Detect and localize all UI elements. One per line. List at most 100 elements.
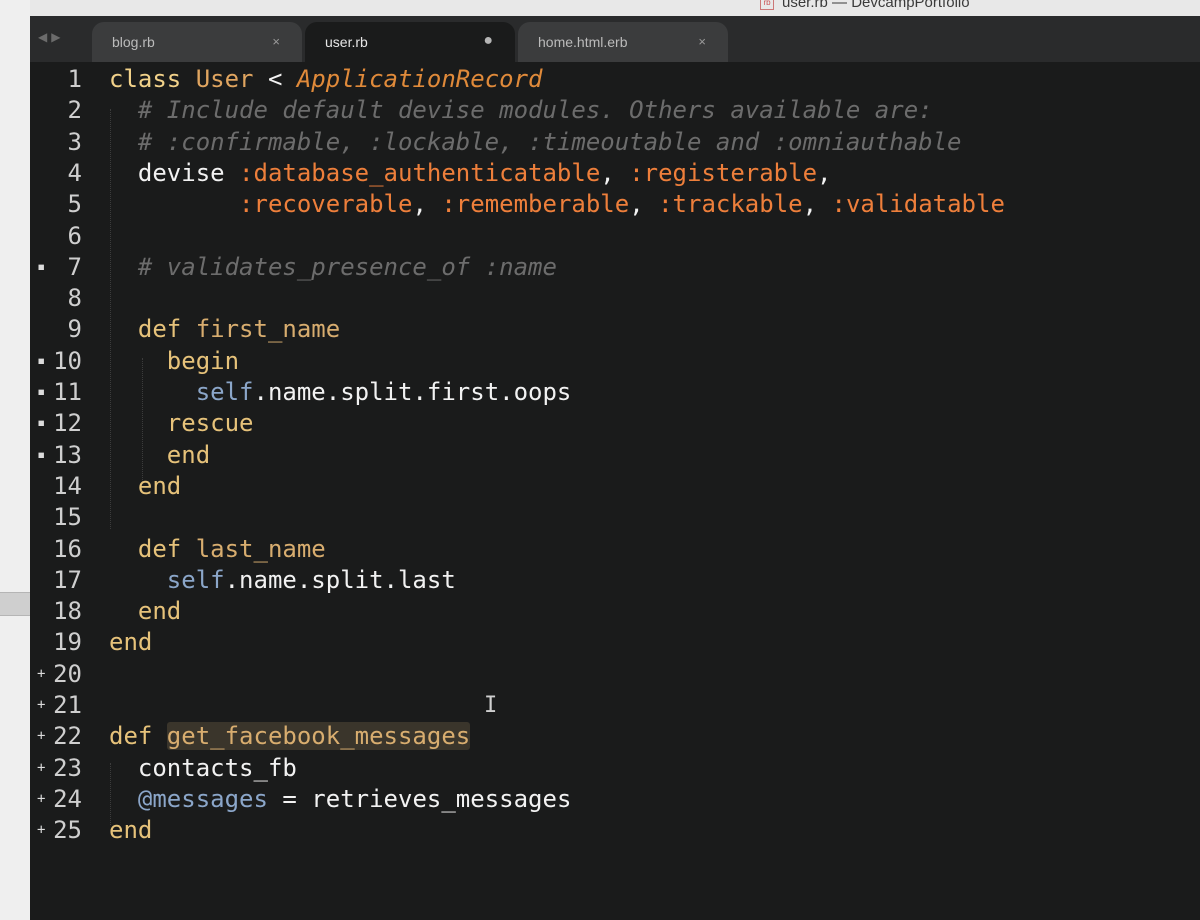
code-line[interactable]: 4 devise :database_authenticatable, :reg… <box>30 158 1200 189</box>
ruby-file-icon: rb <box>760 0 774 11</box>
code-token: .name.split.first.oops <box>253 378 572 406</box>
code-text[interactable]: end <box>109 627 152 658</box>
pane-divider[interactable] <box>0 592 30 616</box>
code-token: .name.split.last <box>224 565 456 594</box>
line-number: 20 <box>53 659 82 688</box>
code-text[interactable]: begin <box>109 346 239 377</box>
code-text[interactable]: :recoverable, :rememberable, :trackable,… <box>109 189 1005 220</box>
nav-back-icon[interactable]: ◀ <box>38 30 51 44</box>
code-line[interactable]: 5 :recoverable, :rememberable, :trackabl… <box>30 189 1200 220</box>
code-line[interactable]: 16 def last_name <box>30 534 1200 565</box>
tab-user-rb[interactable]: user.rb ● <box>305 22 515 62</box>
code-line[interactable]: 8 <box>30 283 1200 314</box>
close-icon[interactable]: × <box>698 34 706 49</box>
code-line[interactable]: 1 class User < ApplicationRecord <box>30 64 1200 95</box>
code-token: def <box>109 722 167 751</box>
line-number: 7 <box>67 252 82 281</box>
code-text[interactable]: # Include default devise modules. Others… <box>109 95 933 126</box>
line-number: 10 <box>53 346 82 375</box>
code-token: end <box>109 816 153 845</box>
code-line[interactable]: ▪ 10 begin <box>30 346 1200 377</box>
tab-home-html-erb[interactable]: home.html.erb × <box>518 22 728 62</box>
code-text[interactable]: self.name.split.last <box>109 565 456 596</box>
code-token: first_name <box>195 315 341 344</box>
code-text[interactable]: end <box>109 471 181 502</box>
code-token: :registerable <box>629 158 818 187</box>
code-token: self <box>166 565 225 594</box>
line-number: 14 <box>53 471 82 500</box>
code-line[interactable]: +22 def get_facebook_messages <box>30 721 1200 752</box>
code-token: , <box>802 190 832 219</box>
code-line[interactable]: 19 end <box>30 627 1200 658</box>
code-line[interactable]: 17 self.name.split.last <box>30 565 1200 596</box>
code-token: self <box>195 378 254 406</box>
code-token: begin <box>109 346 240 375</box>
code-editor[interactable]: 1 class User < ApplicationRecord 2 # Inclu… <box>30 62 1200 920</box>
code-token: end <box>109 440 211 469</box>
code-line[interactable]: +24 @messages = retrieves_messages <box>30 784 1200 815</box>
code-text[interactable]: devise :database_authenticatable, :regis… <box>109 158 832 189</box>
line-number: 4 <box>67 158 82 187</box>
code-text[interactable]: class User < ApplicationRecord <box>109 64 543 95</box>
line-number: 25 <box>53 816 82 845</box>
code-token: def <box>109 315 196 344</box>
line-number: 3 <box>67 127 82 156</box>
tab-nav-arrows[interactable]: ◀▶ <box>38 30 64 44</box>
close-icon[interactable]: × <box>272 34 280 49</box>
code-line[interactable]: ▪ 13 end <box>30 440 1200 471</box>
window-title-text: user.rb — DevcampPortfolio <box>782 0 970 11</box>
line-number: 17 <box>53 565 82 594</box>
code-line[interactable]: 18 end <box>30 596 1200 627</box>
code-token: # Include default devise modules. Others… <box>109 96 933 125</box>
tab-label: blog.rb <box>112 34 155 50</box>
code-text[interactable]: end <box>109 596 181 627</box>
tab-label: home.html.erb <box>538 34 628 50</box>
code-line[interactable]: 2 # Include default devise modules. Othe… <box>30 95 1200 126</box>
code-token: :trackable <box>658 190 803 219</box>
nav-forward-icon[interactable]: ▶ <box>51 30 64 44</box>
code-line[interactable]: 6 <box>30 221 1200 252</box>
code-token: :rememberable <box>441 190 630 219</box>
code-line[interactable]: 14 end <box>30 471 1200 502</box>
line-number: 19 <box>53 628 82 657</box>
code-line[interactable]: +21 <box>30 690 1200 721</box>
code-text[interactable]: self.name.split.first.oops <box>109 377 572 408</box>
code-line[interactable]: 9 def first_name <box>30 314 1200 345</box>
tab-blog-rb[interactable]: blog.rb × <box>92 22 302 62</box>
tab-label: user.rb <box>325 34 368 50</box>
unsaved-dot-icon[interactable]: ● <box>483 32 493 50</box>
code-text[interactable]: # validates_presence_of :name <box>109 252 557 283</box>
code-token: User <box>195 65 254 93</box>
code-line[interactable]: ▪ 12 rescue <box>30 408 1200 439</box>
code-token: devise <box>109 158 240 187</box>
code-text[interactable]: def first_name <box>109 314 340 345</box>
code-line[interactable]: 15 <box>30 502 1200 533</box>
line-number: 18 <box>53 597 82 626</box>
code-text[interactable]: def last_name <box>109 534 326 565</box>
code-token: end <box>109 597 182 626</box>
line-number: 12 <box>53 409 82 438</box>
code-text[interactable]: end <box>109 815 152 846</box>
code-line[interactable]: ▪ 7 # validates_presence_of :name <box>30 252 1200 283</box>
code-token: class <box>109 65 196 93</box>
line-number: 15 <box>53 503 82 532</box>
code-text[interactable]: rescue <box>109 408 254 439</box>
code-line[interactable]: +20 <box>30 659 1200 690</box>
code-line[interactable]: +25 end <box>30 815 1200 846</box>
code-line[interactable]: 3 # :confirmable, :lockable, :timeoutabl… <box>30 127 1200 158</box>
code-token: ApplicationRecord <box>296 65 543 93</box>
code-line[interactable]: ▪ 11 self.name.split.first.oops <box>30 377 1200 408</box>
code-token: # :confirmable, :lockable, :timeoutable … <box>109 127 962 156</box>
line-number: 11 <box>53 378 82 406</box>
code-text[interactable]: @messages = retrieves_messages <box>109 784 571 815</box>
code-text[interactable]: end <box>109 440 210 471</box>
code-text[interactable]: def get_facebook_messages <box>109 721 471 752</box>
code-text[interactable]: # :confirmable, :lockable, :timeoutable … <box>109 127 962 158</box>
code-line[interactable]: +23 contacts_fb <box>30 753 1200 784</box>
code-text[interactable]: contacts_fb <box>109 753 297 784</box>
line-number: 8 <box>67 284 82 313</box>
